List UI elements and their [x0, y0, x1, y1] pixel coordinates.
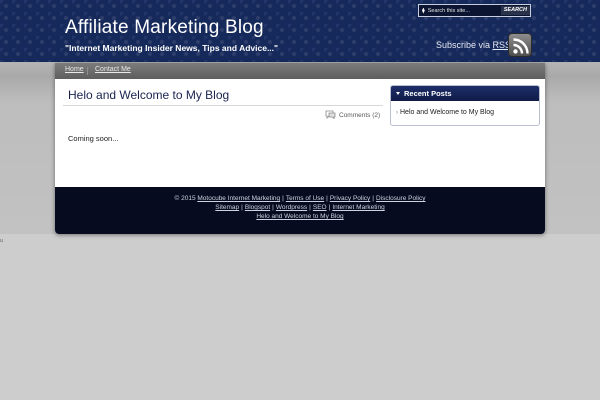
footer-separator: | [272, 204, 274, 211]
footer-link-terms[interactable]: Terms of Use [286, 195, 324, 202]
footer-separator: | [326, 195, 328, 202]
search-button[interactable]: SEARCH [500, 6, 530, 15]
footer-separator: | [282, 195, 284, 202]
comment-bubble-icon [325, 110, 336, 121]
site-header: Affiliate Marketing Blog "Internet Marke… [0, 0, 600, 62]
search-input[interactable] [427, 5, 499, 16]
footer-line-2: Sitemap | Blogspot | Wordpress | SEO | Internet … [55, 204, 545, 212]
widget-header: Recent Posts [391, 86, 539, 101]
footer-separator: | [328, 204, 331, 211]
footer-link-disclosure[interactable]: Disclosure Policy [376, 195, 426, 202]
search-bullet-icon [422, 7, 425, 14]
stray-text: u [0, 238, 3, 244]
footer-link-welcome-post[interactable]: Helo and Welcome to My Blog [256, 213, 343, 220]
footer-line-1: © 2015 Motocube Internet Marketing | Terms… [55, 195, 545, 203]
footer-link-internet-marketing[interactable]: Internet Marketing [332, 204, 384, 211]
post-body: Coming soon... [68, 134, 119, 143]
nav-item-contact[interactable]: Contact Me [95, 66, 131, 73]
footer-copyright: © 2015 [174, 195, 196, 202]
main-nav: Home Contact Me [55, 63, 545, 79]
footer-link-seo[interactable]: SEO [313, 204, 327, 211]
footer-separator: | [309, 204, 311, 211]
recent-post-item: › Helo and Welcome to My Blog [396, 109, 494, 116]
footer-link-motocube[interactable]: Motocube Internet Marketing [197, 195, 280, 202]
footer-line-3: Helo and Welcome to My Blog [55, 213, 545, 221]
footer-separator: | [372, 195, 374, 202]
bullet-icon: › [396, 109, 398, 116]
subscribe-prefix: Subscribe via [436, 40, 491, 50]
subscribe-text: Subscribe via RSS [436, 40, 511, 50]
post-comments: Comments (2) [325, 110, 380, 120]
post-title[interactable]: Helo and Welcome to My Blog [68, 88, 229, 102]
search-form: SEARCH [418, 4, 531, 17]
recent-posts-widget: Recent Posts › Helo and Welcome to My Bl… [390, 85, 540, 126]
post-title-divider [63, 105, 383, 106]
site-footer: © 2015 Motocube Internet Marketing | Terms… [55, 187, 545, 234]
nav-item-home[interactable]: Home [65, 66, 84, 73]
site-title[interactable]: Affiliate Marketing Blog [65, 17, 264, 39]
footer-link-sitemap[interactable]: Sitemap [215, 204, 239, 211]
rss-feed-icon[interactable] [508, 33, 532, 57]
nav-divider [87, 67, 88, 75]
comments-link[interactable]: Comments (2) [339, 112, 380, 119]
footer-link-blogspot[interactable]: Blogspot [245, 204, 270, 211]
recent-post-link[interactable]: Helo and Welcome to My Blog [400, 109, 494, 116]
site-tagline: "Internet Marketing Insider News, Tips a… [65, 43, 279, 53]
footer-link-privacy[interactable]: Privacy Policy [330, 195, 370, 202]
footer-link-wordpress[interactable]: Wordpress [276, 204, 307, 211]
page-container: Home Contact Me Helo and Welcome to My B… [55, 63, 545, 234]
widget-title: Recent Posts [404, 89, 452, 98]
footer-separator: | [241, 204, 243, 211]
triangle-down-icon [396, 92, 400, 95]
